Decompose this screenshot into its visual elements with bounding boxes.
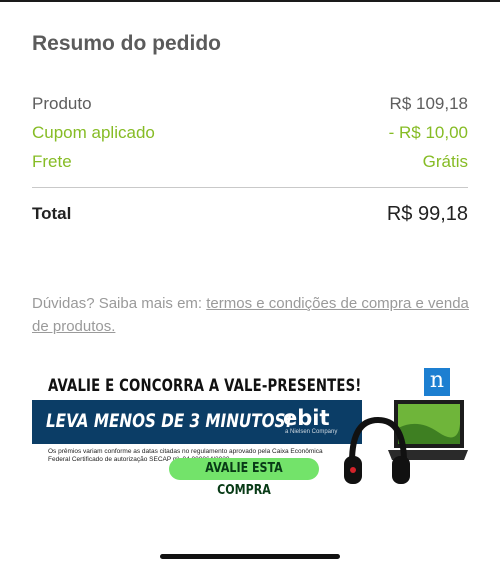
banner-bar: LEVA MENOS DE 3 MINUTOS! ebit a Nielsen … <box>32 400 362 444</box>
banner-headline: AVALIE E CONCORRA A VALE-PRESENTES! <box>48 376 362 396</box>
ebit-logo-sub: a Nielsen Company <box>285 429 338 435</box>
shipping-row: Frete Grátis <box>32 150 468 174</box>
total-label: Total <box>32 204 72 223</box>
coupon-label: Cupom aplicado <box>32 123 155 142</box>
help-text: Dúvidas? Saiba mais em: termos e condiçõ… <box>32 292 472 338</box>
summary-divider <box>32 187 468 188</box>
shipping-value: Grátis <box>422 152 468 171</box>
ebit-banner[interactable]: AVALIE E CONCORRA A VALE-PRESENTES! n LE… <box>32 368 468 498</box>
headphones-image <box>344 416 410 484</box>
ebit-logo: ebit <box>283 406 330 430</box>
nielsen-logo: n <box>424 368 450 396</box>
total-value: R$ 99,18 <box>386 203 468 225</box>
order-summary-title: Resumo do pedido <box>32 32 221 55</box>
banner-bar-text: LEVA MENOS DE 3 MINUTOS! <box>46 410 293 432</box>
help-prefix: Dúvidas? Saiba mais em: <box>32 295 203 312</box>
rate-purchase-button[interactable]: AVALIE ESTA COMPRA <box>169 458 319 498</box>
product-label: Produto <box>32 94 92 113</box>
coupon-row: Cupom aplicado - R$ 10,00 <box>32 121 468 145</box>
product-value: R$ 109,18 <box>389 94 468 113</box>
coupon-value: - R$ 10,00 <box>388 123 468 142</box>
home-indicator[interactable] <box>160 554 340 559</box>
product-row: Produto R$ 109,18 <box>32 92 468 116</box>
rate-purchase-label: AVALIE ESTA COMPRA <box>205 461 283 498</box>
top-divider <box>0 0 500 2</box>
shipping-label: Frete <box>32 152 72 171</box>
